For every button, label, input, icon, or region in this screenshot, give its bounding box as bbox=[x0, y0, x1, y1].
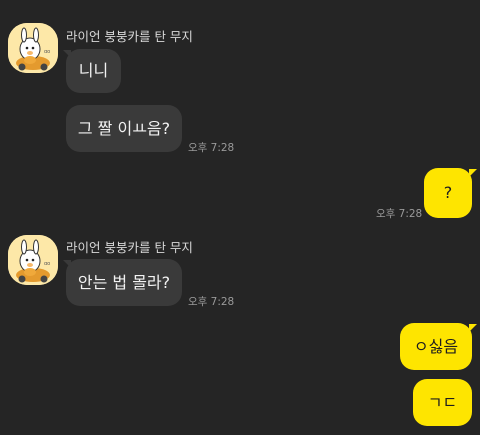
sender-avatar[interactable]: ɑo bbox=[8, 235, 58, 285]
message-timestamp: 오후 7:28 bbox=[376, 208, 423, 220]
message-text: 그 짤 이ㅛ음? bbox=[77, 118, 171, 138]
message-text: 니니 bbox=[78, 61, 109, 80]
ryan-muzi-car-avatar-icon: ɑo bbox=[8, 23, 58, 73]
message-bubble-incoming[interactable]: 안는 법 몰라? bbox=[66, 259, 182, 306]
message-bubble-incoming[interactable]: 니니 bbox=[66, 49, 121, 93]
message-bubble-incoming[interactable]: 그 짤 이ㅛ음? bbox=[66, 105, 182, 152]
svg-text:ɑo: ɑo bbox=[44, 261, 50, 267]
message-text: ㄱㄷ bbox=[427, 392, 458, 412]
svg-text:ɑo: ɑo bbox=[44, 49, 50, 55]
message-timestamp: 오후 7:28 bbox=[188, 296, 235, 308]
message-timestamp: 오후 7:28 bbox=[188, 142, 235, 154]
ryan-muzi-car-avatar-icon: ɑo bbox=[8, 235, 58, 285]
message-bubble-outgoing[interactable]: ㅇ싫음 bbox=[400, 323, 472, 370]
message-text: ㅇ싫음 bbox=[413, 336, 459, 356]
bubble-tail bbox=[469, 324, 477, 332]
sender-avatar[interactable]: ɑo bbox=[8, 23, 58, 73]
sender-name: 라이언 붕붕카를 탄 무지 bbox=[66, 29, 193, 44]
message-bubble-outgoing[interactable]: ㄱㄷ bbox=[413, 379, 472, 426]
message-text: ? bbox=[443, 183, 453, 202]
sender-name: 라이언 붕붕카를 탄 무지 bbox=[66, 240, 193, 255]
bubble-tail bbox=[469, 169, 477, 177]
message-text: 안는 법 몰라? bbox=[77, 272, 171, 292]
message-bubble-outgoing[interactable]: ? bbox=[424, 168, 472, 218]
